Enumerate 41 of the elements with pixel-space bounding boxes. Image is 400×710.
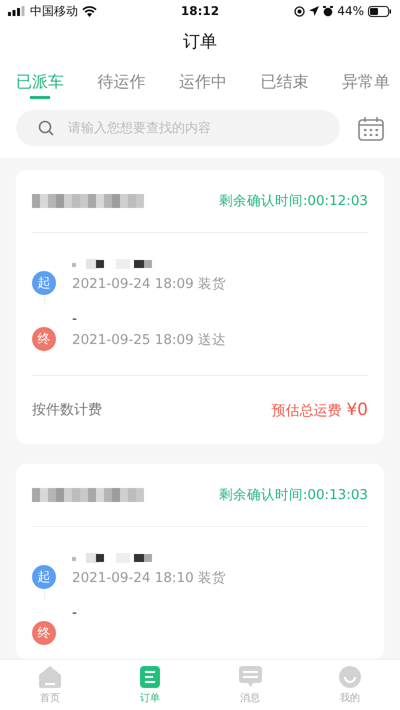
clock: 18:12 — [180, 4, 220, 18]
search-field[interactable]: 请输入您想要查找的内容 — [16, 110, 340, 146]
fee-value: ¥0 — [346, 400, 368, 420]
search-icon — [38, 120, 54, 136]
address: - — [72, 311, 78, 327]
nav-tab[interactable]: 我的 — [300, 660, 400, 710]
order-card[interactable]: 剩余确认时间:00:12:03 起 2021-09-24 18:09 装货 终 - 2021-09-25 18:09 送达 按件数计费 预估总运费 ¥0 — [16, 170, 384, 444]
pricing-method: 按件数计费 — [32, 401, 102, 419]
page-title: 订单 — [183, 30, 217, 52]
nav-tab[interactable]: 订单 — [100, 660, 200, 710]
nav-tab[interactable]: 消息 — [200, 660, 300, 710]
carrier: 中国移动 — [30, 2, 78, 20]
location-icon — [309, 6, 320, 16]
stop-badge: 终 — [32, 621, 56, 645]
calendar-icon[interactable] — [358, 116, 384, 140]
stop-time: 2021-09-24 18:10 装货 — [72, 569, 226, 587]
rotation-lock-icon — [294, 6, 306, 16]
countdown: 剩余确认时间:00:13:03 — [218, 486, 368, 504]
fee-label: 预估总运费 — [271, 402, 342, 420]
smiley-icon — [339, 666, 361, 688]
stop-badge: 终 — [32, 327, 56, 351]
tab[interactable]: 异常单 — [342, 60, 390, 104]
battery-percent: 44% — [337, 4, 364, 18]
alarm-icon — [323, 6, 334, 16]
signal-icon — [8, 6, 26, 16]
battery-icon — [368, 6, 392, 16]
home-icon — [39, 666, 61, 688]
message-icon — [238, 666, 262, 688]
stop-badge: 起 — [32, 565, 56, 589]
tab[interactable]: 待运作 — [98, 60, 146, 104]
nav-tab[interactable]: 首页 — [0, 660, 100, 710]
address: - — [72, 605, 78, 621]
list-icon — [140, 666, 160, 688]
order-card[interactable]: 剩余确认时间:00:13:03 起 2021-09-24 18:10 装货 终 - — [16, 464, 384, 659]
tab[interactable]: 已结束 — [260, 60, 308, 104]
wifi-icon — [82, 6, 97, 16]
stop-time: 2021-09-24 18:09 装货 — [72, 275, 226, 293]
stop-badge: 起 — [32, 271, 56, 295]
stop-time: 2021-09-25 18:09 送达 — [72, 331, 226, 349]
countdown: 剩余确认时间:00:12:03 — [218, 192, 368, 210]
tab[interactable]: 运作中 — [179, 60, 227, 104]
